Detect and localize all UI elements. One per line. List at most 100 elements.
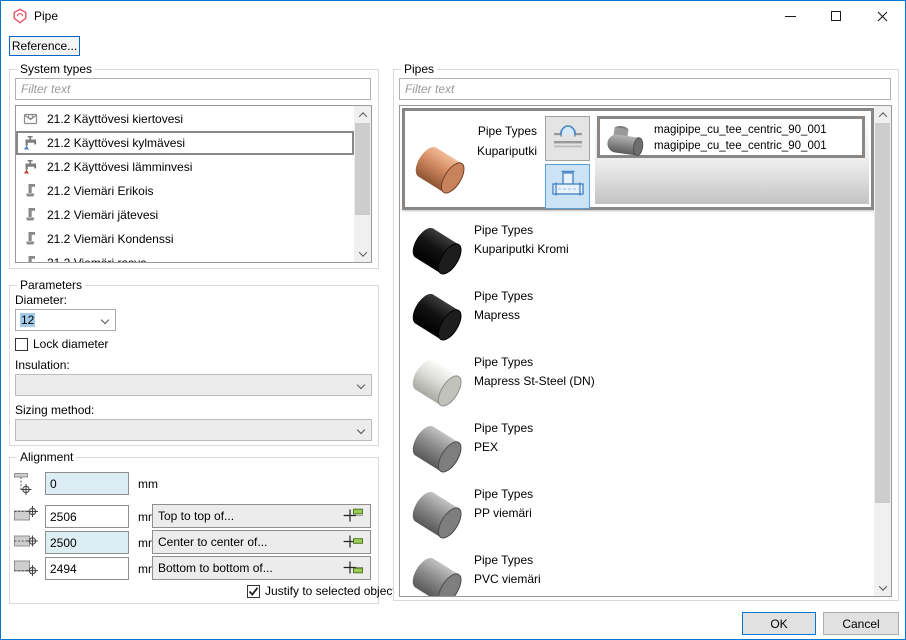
pipe-type-row-selected[interactable]: Pipe Types Kupariputki [402, 108, 874, 210]
scroll-up-icon[interactable] [874, 106, 891, 123]
circulation-icon [21, 110, 41, 128]
scroll-up-icon[interactable] [354, 106, 371, 123]
lock-diameter-label: Lock diameter [33, 337, 108, 351]
close-button[interactable] [859, 1, 905, 31]
pipe-type-title: Pipe Types [474, 421, 533, 435]
pipe-type-name: PP viemäri [474, 506, 532, 520]
cancel-button[interactable]: Cancel [823, 612, 899, 635]
drain-icon [21, 254, 41, 263]
system-type-row[interactable]: 21.2 Viemäri rasva [16, 251, 354, 263]
pipes-list: Pipe Types Kupariputki [399, 105, 892, 597]
pipe-cylinder-image [406, 482, 468, 549]
minimize-button[interactable] [767, 1, 813, 31]
system-type-row[interactable]: 21.2 Käyttövesi kylmävesi [16, 131, 354, 155]
system-type-label: 21.2 Käyttövesi kiertovesi [47, 112, 183, 126]
fitting-name-line2: magipipe_cu_tee_centric_90_001 [654, 138, 827, 154]
faucet-hot-icon [21, 158, 41, 176]
pipe-type-text: Pipe Types Kupariputki [441, 121, 537, 161]
align-top-icon [13, 504, 39, 528]
pipe-type-name: Mapress [474, 308, 520, 322]
plus-green-top-icon [341, 507, 365, 526]
pipe-type-title: Pipe Types [474, 289, 533, 303]
fitting-name-line1: magipipe_cu_tee_centric_90_001 [654, 122, 827, 138]
alignment-value-input[interactable] [45, 472, 129, 495]
scrollbar-thumb[interactable] [875, 123, 890, 503]
pipe-cylinder-image [406, 548, 468, 597]
system-type-row[interactable]: 21.2 Viemäri Kondenssi [16, 227, 354, 251]
parameters-label: Parameters [17, 278, 85, 292]
drain-icon [21, 182, 41, 200]
pipe-type-title: Pipe Types [474, 487, 533, 501]
pipe-type-name: Kupariputki [441, 141, 537, 161]
justify-label: Justify to selected object [265, 584, 396, 598]
pipe-dialog: Pipe Reference... System types 21.2 Käyt… [0, 0, 906, 640]
system-type-row[interactable]: 21.2 Viemäri Erikois [16, 179, 354, 203]
plus-green-bottom-icon [341, 559, 365, 578]
insulation-label: Insulation: [15, 358, 70, 372]
pipe-type-title: Pipe Types [474, 553, 533, 567]
ok-button[interactable]: OK [742, 612, 816, 635]
system-types-label: System types [17, 62, 95, 76]
tee-fitting-image [605, 124, 649, 159]
diameter-label: Diameter: [15, 293, 67, 307]
diameter-combobox[interactable]: 12 [15, 309, 116, 331]
alignment-reference-button[interactable]: Top to top of... [152, 504, 371, 528]
alignment-label: Alignment [17, 450, 76, 464]
system-type-label: 21.2 Käyttövesi kylmävesi [47, 136, 185, 150]
pipe-tee-button[interactable] [545, 164, 590, 209]
insulation-combobox[interactable] [15, 374, 372, 396]
unit-label: mm [138, 477, 158, 491]
system-filter-input[interactable] [15, 78, 371, 100]
alignment-value-input[interactable] [45, 557, 129, 580]
scrollbar-thumb[interactable] [355, 123, 370, 215]
title-bar: Pipe [1, 1, 905, 31]
scroll-down-icon[interactable] [874, 579, 891, 596]
sizing-method-combobox[interactable] [15, 419, 372, 441]
pipes-filter-input[interactable] [399, 78, 891, 100]
align-bottom-icon [13, 556, 39, 580]
system-type-label: 21.2 Viemäri Kondenssi [47, 232, 174, 246]
pipe-type-row[interactable]: Pipe TypesPVC viemäri [400, 546, 870, 597]
alignment-button-label: Bottom to bottom of... [158, 561, 273, 575]
faucet-cold-icon [21, 134, 41, 152]
alignment-reference-button[interactable]: Center to center of... [152, 530, 371, 554]
pipe-crossing-button[interactable] [545, 116, 590, 161]
system-list-scrollbar[interactable] [354, 106, 371, 262]
drain-icon [21, 206, 41, 224]
system-type-row[interactable]: 21.2 Käyttövesi kiertovesi [16, 107, 354, 131]
pipe-type-row[interactable]: Pipe TypesKupariputki Kromi [400, 216, 870, 282]
checkbox-box [247, 585, 260, 598]
pipe-type-title: Pipe Types [441, 121, 537, 141]
fitting-panel: magipipe_cu_tee_centric_90_001 magipipe_… [595, 114, 869, 204]
pipe-type-row[interactable]: Pipe Types Mapress St-Steel (DN) [400, 348, 870, 414]
alignment-reference-button[interactable]: Bottom to bottom of... [152, 556, 371, 580]
reference-button[interactable]: Reference... [9, 36, 80, 56]
scroll-down-icon[interactable] [354, 245, 371, 262]
pipe-type-row[interactable]: Pipe Types Mapress [400, 282, 870, 348]
pipe-tee-icon [550, 167, 586, 206]
alignment-value-input[interactable] [45, 531, 129, 554]
system-type-label: 21.2 Viemäri Erikois [47, 184, 154, 198]
system-type-row[interactable]: 21.2 Käyttövesi lämminvesi [16, 155, 354, 179]
pipe-type-row[interactable]: Pipe TypesPEX [400, 414, 870, 480]
pipe-type-name: Mapress St-Steel (DN) [474, 374, 595, 388]
pipe-type-row[interactable]: Pipe Types PP viemäri [400, 480, 870, 546]
justify-checkbox[interactable]: Justify to selected object [247, 584, 396, 598]
maximize-button[interactable] [813, 1, 859, 31]
alignment-button-label: Top to top of... [158, 509, 234, 523]
pipe-cylinder-image [406, 218, 468, 285]
chevron-down-icon [101, 316, 109, 324]
lock-diameter-checkbox[interactable]: Lock diameter [15, 337, 108, 351]
plus-green-center-icon [341, 533, 365, 552]
pipes-label: Pipes [401, 62, 437, 76]
pipe-type-title: Pipe Types [474, 355, 533, 369]
chevron-down-icon [357, 381, 365, 389]
alignment-value-input[interactable] [45, 505, 129, 528]
fitting-row-selected[interactable]: magipipe_cu_tee_centric_90_001 magipipe_… [597, 116, 865, 158]
system-type-row[interactable]: 21.2 Viemäri jätevesi [16, 203, 354, 227]
diameter-value: 12 [20, 313, 35, 327]
pipes-list-scrollbar[interactable] [874, 106, 891, 596]
app-logo-icon [12, 8, 28, 24]
pipe-crossing-icon [550, 119, 586, 158]
alignment-button-label: Center to center of... [158, 535, 267, 549]
